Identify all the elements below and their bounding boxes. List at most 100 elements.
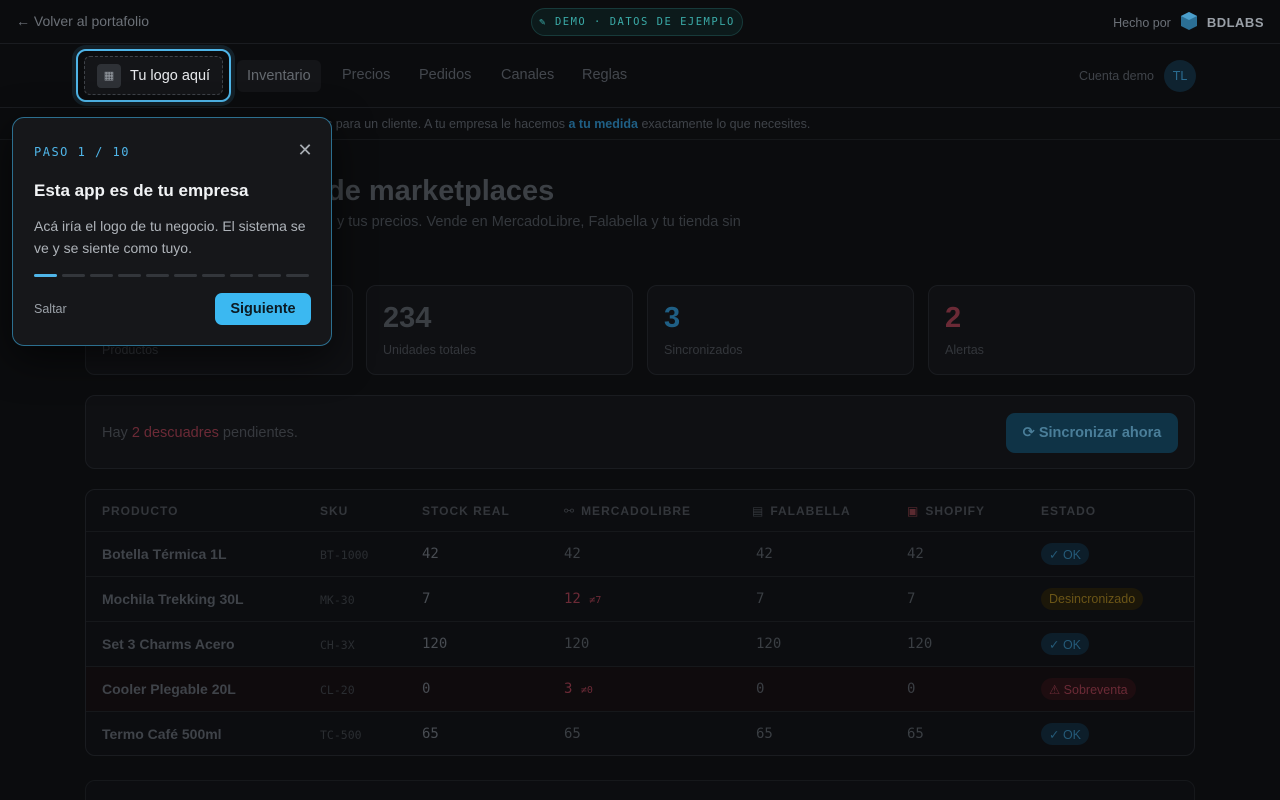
stock-shopify: 65 — [907, 726, 924, 742]
stock-mercadolibre-value: 12 — [564, 591, 581, 607]
product-sku: TC-500 — [320, 728, 362, 742]
info-text-before: s para un cliente. A tu empresa le hacem… — [326, 117, 569, 131]
progress-dot — [90, 274, 113, 277]
stock-real: 65 — [422, 726, 439, 742]
stock-falabella: 42 — [756, 546, 773, 562]
tour-progress — [34, 274, 309, 277]
stock-real: 0 — [422, 681, 431, 697]
onboarding-tooltip: PASO 1 / 10 ✕ Esta app es de tu empresa … — [12, 117, 332, 346]
stock-mercadolibre: 120 — [564, 636, 590, 652]
column-header-shopify: ▣ SHOPIFY — [907, 504, 985, 518]
progress-dot — [230, 274, 253, 277]
progress-dot — [202, 274, 225, 277]
made-by-label: Hecho por — [1113, 15, 1171, 30]
progress-dot — [146, 274, 169, 277]
page-title: de marketplaces — [327, 175, 555, 207]
top-bar: ← Volver al portafolio ✎ DEMO · DATOS DE… — [0, 0, 1280, 44]
status-badge: ✓ OK — [1041, 543, 1090, 565]
stock-falabella: 120 — [756, 636, 782, 652]
progress-dot — [118, 274, 141, 277]
close-icon[interactable]: ✕ — [297, 141, 313, 159]
stock-mercadolibre-value: 3 — [564, 681, 573, 697]
tab-reglas[interactable]: Reglas — [582, 67, 627, 83]
tab-canales[interactable]: Canales — [501, 67, 554, 83]
stock-falabella: 0 — [756, 681, 765, 697]
tab-inventario[interactable]: Inventario — [237, 60, 321, 92]
stat-label: Unidades totales — [383, 343, 477, 357]
info-text-after: exactamente lo que necesites. — [637, 117, 811, 131]
account-menu[interactable]: Cuenta demo TL — [1079, 60, 1196, 92]
product-sku: CL-20 — [320, 683, 355, 697]
pending-count: 2 descuadres — [131, 425, 219, 441]
footer-note — [85, 780, 1195, 800]
next-step-button[interactable]: Siguiente — [215, 293, 311, 325]
column-header-mercadolibre-label: MERCADOLIBRE — [581, 504, 692, 518]
building-icon: ▦ — [97, 63, 121, 88]
handshake-icon: ⚯ — [564, 504, 576, 518]
stock-shopify: 120 — [907, 636, 933, 652]
column-header-status: ESTADO — [1041, 504, 1097, 518]
bdlabs-logo-icon — [1179, 11, 1199, 34]
column-header-falabella: ▤ FALABELLA — [752, 504, 851, 518]
table-row[interactable]: Botella Térmica 1L BT-1000 42 42 42 42 ✓… — [86, 531, 1194, 576]
pending-before: Hay — [102, 425, 132, 441]
stat-value: 3 — [664, 302, 681, 334]
stock-mercadolibre: 42 — [564, 546, 581, 562]
progress-dot — [258, 274, 281, 277]
pending-after: pendientes. — [218, 425, 298, 441]
product-sku: BT-1000 — [320, 548, 369, 562]
column-header-mercadolibre: ⚯ MERCADOLIBRE — [564, 504, 691, 518]
product-name: Botella Térmica 1L — [102, 546, 227, 562]
stock-diff: ≠7 — [589, 595, 602, 606]
stock-mercadolibre: 12 ≠7 — [564, 591, 601, 607]
skip-tour-button[interactable]: Saltar — [34, 302, 67, 316]
column-header-product: PRODUCTO — [102, 504, 179, 518]
product-name: Set 3 Charms Acero — [102, 636, 235, 652]
stock-falabella: 65 — [756, 726, 773, 742]
stock-diff: ≠0 — [580, 685, 593, 696]
account-label: Cuenta demo — [1078, 69, 1154, 83]
made-by[interactable]: Hecho por BDLABS — [1113, 11, 1264, 34]
stat-card-units: 234 Unidades totales — [366, 285, 633, 375]
pencil-icon: ✎ — [539, 16, 547, 28]
demo-badge-label: DEMO · DATOS DE EJEMPLO — [554, 16, 735, 28]
column-header-stock: STOCK REAL — [422, 504, 510, 518]
stock-mercadolibre: 3 ≠0 — [564, 681, 593, 697]
progress-dot — [62, 274, 85, 277]
demo-badge: ✎ DEMO · DATOS DE EJEMPLO — [531, 8, 743, 36]
stock-real: 7 — [422, 591, 431, 607]
logo-placeholder[interactable]: ▦ Tu logo aquí — [84, 56, 223, 95]
progress-dot — [174, 274, 197, 277]
logo-placeholder-label: Tu logo aquí — [130, 67, 211, 84]
tab-pedidos[interactable]: Pedidos — [419, 67, 471, 83]
product-name: Mochila Trekking 30L — [102, 591, 244, 607]
pending-text: Hay 2 descuadres pendientes. — [102, 425, 298, 441]
product-name: Termo Café 500ml — [102, 726, 222, 742]
table-row[interactable]: Set 3 Charms Acero CH-3X 120 120 120 120… — [86, 621, 1194, 666]
table-row[interactable]: Cooler Plegable 20L CL-20 0 3 ≠0 0 0 ⚠ S… — [86, 666, 1194, 711]
stock-falabella: 7 — [756, 591, 765, 607]
column-header-shopify-label: SHOPIFY — [925, 504, 986, 518]
sync-now-button[interactable]: ⟳ Sincronizar ahora — [1006, 413, 1178, 453]
brand-name: BDLABS — [1206, 15, 1264, 30]
tour-title: Esta app es de tu empresa — [34, 181, 249, 200]
column-header-sku: SKU — [320, 504, 349, 518]
stock-shopify: 7 — [907, 591, 916, 607]
back-to-portfolio-link[interactable]: ← Volver al portafolio — [16, 13, 149, 29]
stock-shopify: 0 — [907, 681, 916, 697]
avatar: TL — [1164, 60, 1196, 92]
stock-real: 120 — [422, 636, 448, 652]
table-row[interactable]: Termo Café 500ml TC-500 65 65 65 65 ✓ OK — [86, 711, 1194, 755]
stat-label: Sincronizados — [664, 343, 743, 357]
stat-label: Alertas — [945, 343, 984, 357]
stat-value: 234 — [383, 302, 432, 334]
store-icon: ▤ — [752, 504, 765, 518]
tab-precios[interactable]: Precios — [342, 67, 390, 83]
page-subtitle: y tus precios. Vende en MercadoLibre, Fa… — [337, 214, 741, 230]
info-highlight: a tu medida — [568, 117, 638, 131]
column-header-falabella-label: FALABELLA — [770, 504, 851, 518]
stock-mercadolibre: 65 — [564, 726, 581, 742]
stat-card-alerts: 2 Alertas — [928, 285, 1195, 375]
table-row[interactable]: Mochila Trekking 30L MK-30 7 12 ≠7 7 7 D… — [86, 576, 1194, 621]
product-sku: MK-30 — [320, 593, 355, 607]
